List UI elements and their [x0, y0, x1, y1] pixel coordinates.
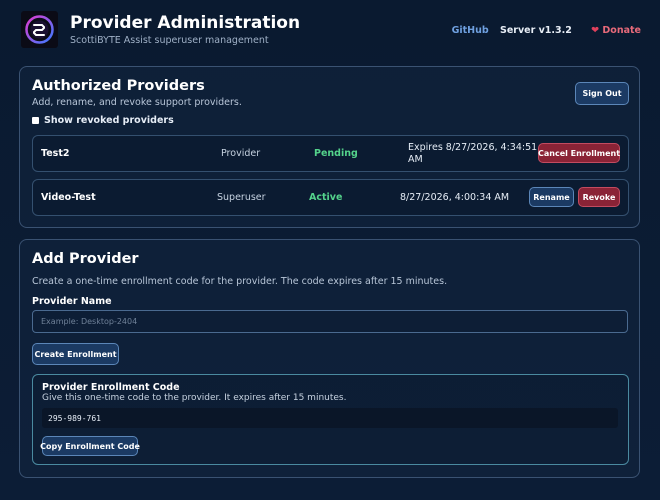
- add-provider-card: Add Provider Create a one-time enrollmen…: [19, 239, 640, 478]
- authorized-providers-description: Add, rename, and revoke support provider…: [32, 97, 242, 108]
- enrollment-code: 295-989-761: [42, 408, 618, 428]
- provider-row: Video-Test Superuser Active 8/27/2026, 4…: [32, 179, 629, 216]
- enrollment-code-description: Give this one-time code to the provider.…: [42, 393, 347, 403]
- provider-row: Test2 Provider Pending Expires 8/27/2026…: [32, 135, 629, 172]
- donate-label: Donate: [602, 25, 641, 36]
- donate-link[interactable]: ❤ Donate: [583, 25, 641, 36]
- provider-role: Provider: [221, 148, 261, 159]
- sign-out-button[interactable]: Sign Out: [575, 82, 629, 105]
- revoke-button[interactable]: Revoke: [578, 187, 620, 207]
- enrollment-code-panel: Provider Enrollment Code Give this one-t…: [32, 374, 629, 465]
- scottibyte-logo-icon: [21, 11, 58, 48]
- enrollment-code-title: Provider Enrollment Code: [42, 382, 180, 393]
- page-title: Provider Administration: [70, 13, 301, 33]
- rename-button[interactable]: Rename: [529, 187, 574, 207]
- server-version: Server v1.3.2: [499, 25, 572, 36]
- provider-name-input[interactable]: [32, 310, 628, 333]
- provider-name: Test2: [41, 148, 70, 159]
- header-links: GitHub Server v1.3.2 ❤ Donate: [444, 25, 641, 36]
- provider-name-label: Provider Name: [32, 296, 112, 307]
- provider-role: Superuser: [217, 192, 266, 203]
- cancel-enrollment-button[interactable]: Cancel Enrollment: [538, 143, 620, 163]
- add-provider-title: Add Provider: [32, 251, 139, 267]
- show-revoked-label: Show revoked providers: [44, 115, 174, 126]
- app-header: Provider Administration ScottiBYTE Assis…: [0, 0, 660, 60]
- provider-expires: Expires 8/27/2026, 4:34:51 AM: [408, 142, 537, 166]
- copy-enrollment-code-button[interactable]: Copy Enrollment Code: [40, 436, 140, 456]
- github-link[interactable]: GitHub: [452, 25, 489, 36]
- page-subtitle: ScottiBYTE Assist superuser management: [70, 35, 269, 46]
- provider-expires: 8/27/2026, 4:00:34 AM: [400, 192, 510, 203]
- add-provider-description: Create a one-time enrollment code for th…: [32, 276, 448, 287]
- provider-status: Pending: [314, 148, 358, 159]
- provider-status: Active: [309, 192, 343, 203]
- show-revoked-checkbox[interactable]: [32, 117, 39, 124]
- create-enrollment-button[interactable]: Create Enrollment: [32, 343, 119, 365]
- authorized-providers-title: Authorized Providers: [32, 78, 205, 94]
- provider-expires-line1: Expires 8/27/2026, 4:34:51: [408, 142, 538, 153]
- provider-name: Video-Test: [41, 192, 96, 203]
- provider-expires-line2: AM: [408, 154, 423, 165]
- authorized-providers-card: Authorized Providers Add, rename, and re…: [19, 66, 640, 228]
- show-revoked-toggle[interactable]: Show revoked providers: [32, 115, 174, 126]
- heart-icon: ❤: [591, 25, 600, 36]
